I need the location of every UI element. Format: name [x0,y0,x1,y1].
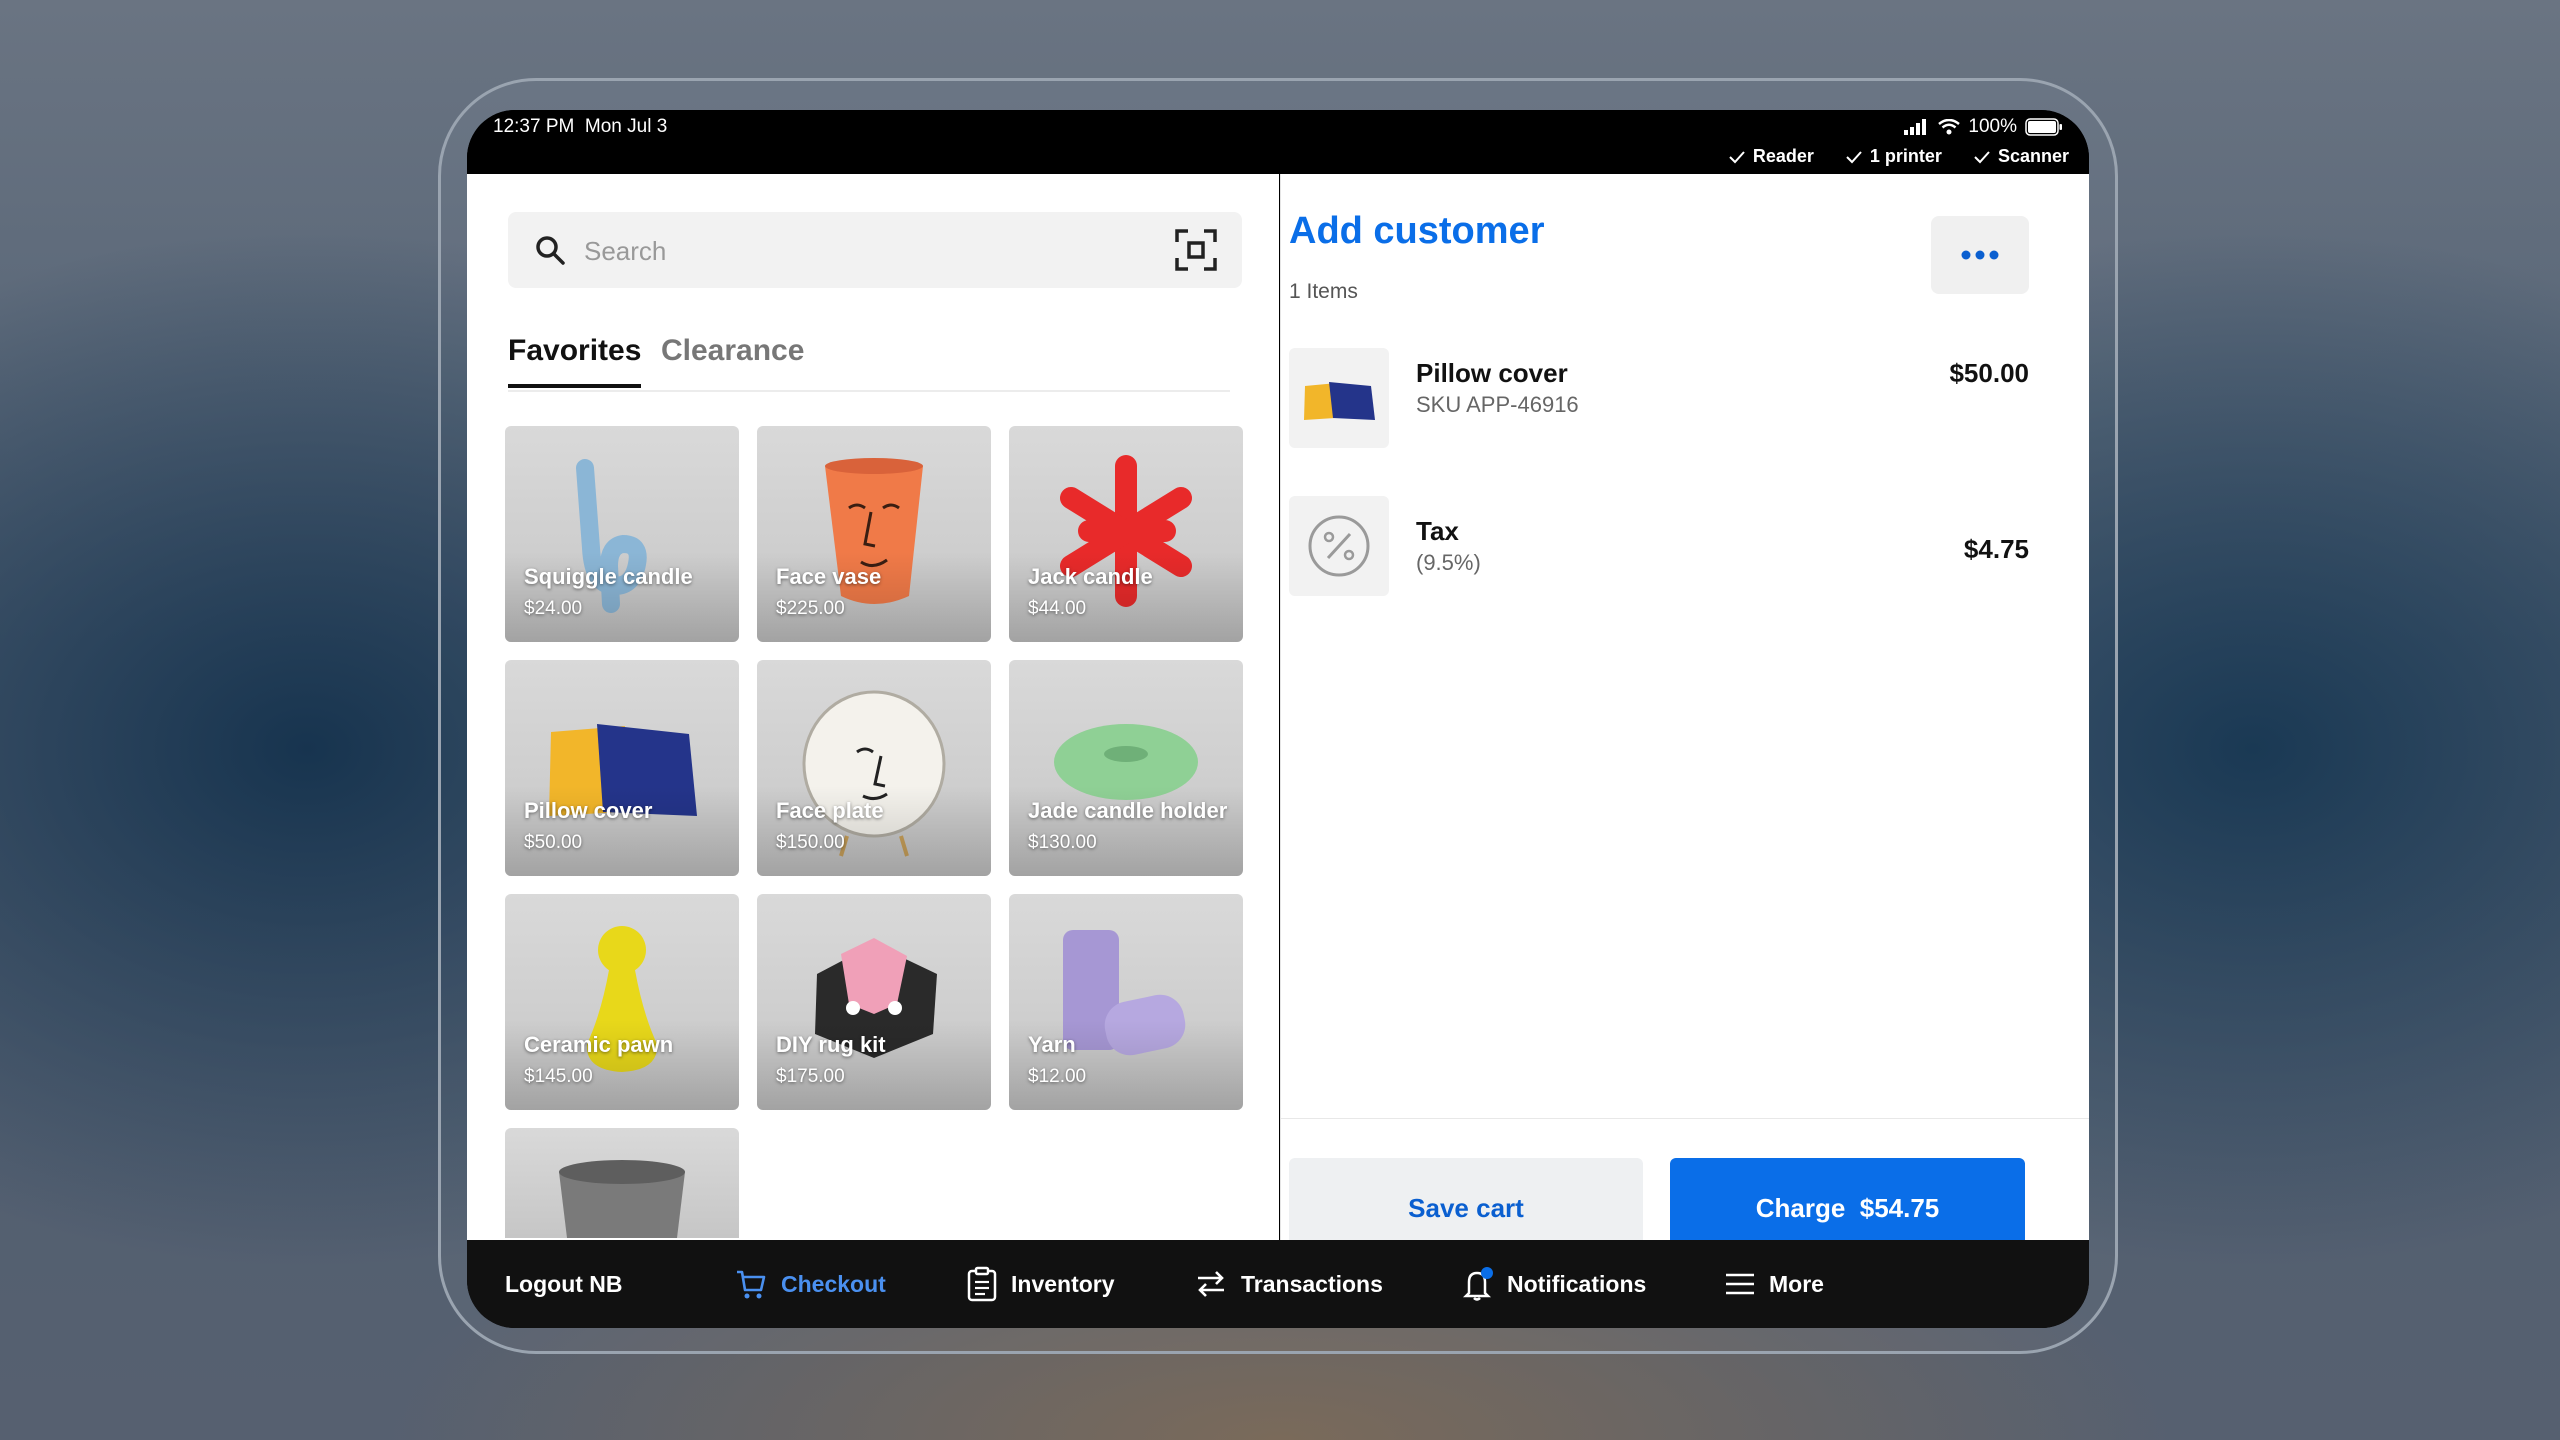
line-price: $4.75 [1963,534,2029,564]
time: 12:37 PM [493,116,575,137]
nav-label: Notifications [1507,1270,1647,1297]
nav-label: Inventory [1011,1270,1115,1297]
connected-devices: Reader 1 printer Scanner [1729,146,2069,167]
bell-icon [1462,1267,1493,1301]
product-tile[interactable]: Squiggle candle $24.00 [505,426,739,642]
clipboard-icon [967,1266,997,1302]
date: Mon Jul 3 [584,116,668,137]
cart-divider [1281,1118,2089,1119]
product-tile[interactable]: Yarn $12.00 [1009,894,1243,1110]
check-icon [1729,150,1745,163]
menu-icon [1726,1273,1754,1295]
line-thumbnail [1289,496,1389,596]
percent-icon [1308,515,1370,577]
product-tile[interactable]: Jade candle holder $130.00 [1009,660,1243,876]
cart-pane: Add customer 1 Items Pillow cover SKU AP… [1280,174,2089,1258]
more-options-button[interactable] [1931,216,2029,294]
device-printer[interactable]: 1 printer [1846,146,1942,167]
product-price: $44.00 [1028,598,1087,619]
nav-notifications[interactable]: Notifications [1461,1240,1646,1328]
product-tile[interactable]: Pillow cover $50.00 [505,660,739,876]
product-tile[interactable]: DIY rug kit $175.00 [757,894,991,1110]
product-tile[interactable]: Ceramic pawn $145.00 [505,894,739,1110]
line-name: Tax [1416,516,1459,546]
product-name: Jade candle holder [1028,798,1228,823]
product-tile[interactable] [505,1128,739,1238]
product-price: $150.00 [776,832,845,853]
cart-icon [737,1270,766,1299]
product-price: $24.00 [524,598,583,619]
product-price: $225.00 [776,598,845,619]
product-tile[interactable]: Jack candle $44.00 [1009,426,1243,642]
device-reader[interactable]: Reader [1729,146,1814,167]
search-bar[interactable] [508,212,1242,288]
battery-percent: 100% [1968,116,2017,137]
logout-label: Logout NB [505,1270,623,1297]
pillow-thumb-image [1304,382,1375,420]
device-scanner[interactable]: Scanner [1974,146,2069,167]
logout-button[interactable]: Logout NB [505,1240,623,1328]
line-sku: SKU APP-46916 [1416,392,1579,417]
nav-label: More [1769,1270,1824,1297]
line-rate: (9.5%) [1416,550,1481,575]
product-name: Jack candle [1028,564,1153,589]
product-name: Face vase [776,564,882,589]
search-icon [536,236,565,265]
signal-icon [1904,119,1927,135]
items-count: 1 Items [1289,280,1358,303]
product-name: DIY rug kit [776,1032,886,1057]
bottom-navigation: Logout NB Checkout Inventory Transaction… [467,1240,2089,1328]
check-icon [1846,150,1862,163]
device-label: Scanner [1997,146,2069,166]
nav-label: Transactions [1241,1270,1383,1297]
product-name: Pillow cover [524,798,653,823]
check-icon [1974,150,1990,163]
product-name: Face plate [776,798,884,823]
tablet-screen: 12:37 PM Mon Jul 3 100% Reader 1 printer… [467,110,2089,1328]
gray-pot-image [559,1160,685,1238]
product-tile[interactable]: Face plate $150.00 [757,660,991,876]
ellipsis-icon [1961,250,1999,260]
nav-transactions[interactable]: Transactions [1195,1240,1383,1328]
add-customer-button[interactable]: Add customer [1289,210,1544,253]
transfer-arrows-icon [1198,1271,1224,1297]
tab-clearance[interactable]: Clearance [661,334,804,384]
barcode-scan-icon[interactable] [1174,228,1218,272]
wifi-icon [1938,119,1961,135]
cart-tax-line[interactable]: Tax (9.5%) $4.75 [1289,496,2029,598]
category-tabs: Favorites Clearance [508,334,1230,392]
line-price: $50.00 [1949,358,2029,388]
product-price: $175.00 [776,1066,845,1087]
product-price: $12.00 [1028,1066,1087,1087]
cart-line-item[interactable]: Pillow cover SKU APP-46916 $50.00 [1289,348,2029,450]
product-name: Squiggle candle [524,564,693,589]
product-name: Yarn [1028,1032,1076,1057]
status-time: 12:37 PM Mon Jul 3 [493,116,667,138]
tab-favorites[interactable]: Favorites [508,334,642,388]
line-name: Pillow cover [1416,358,1568,388]
nav-checkout[interactable]: Checkout [735,1240,886,1328]
nav-more[interactable]: More [1725,1240,1824,1328]
product-price: $130.00 [1028,832,1097,853]
product-price: $50.00 [524,832,583,853]
line-thumbnail [1289,348,1389,448]
search-input[interactable] [582,230,1146,272]
product-price: $145.00 [524,1066,593,1087]
battery-icon [2025,118,2062,136]
device-label: Reader [1752,146,1814,166]
product-name: Ceramic pawn [524,1032,674,1057]
status-bar: 12:37 PM Mon Jul 3 100% Reader 1 printer… [467,110,2089,174]
nav-inventory[interactable]: Inventory [967,1240,1115,1328]
nav-label: Checkout [781,1270,886,1297]
status-indicators: 100% [1904,116,2063,138]
product-tile[interactable]: Face vase $225.00 [757,426,991,642]
device-label: 1 printer [1869,146,1942,166]
